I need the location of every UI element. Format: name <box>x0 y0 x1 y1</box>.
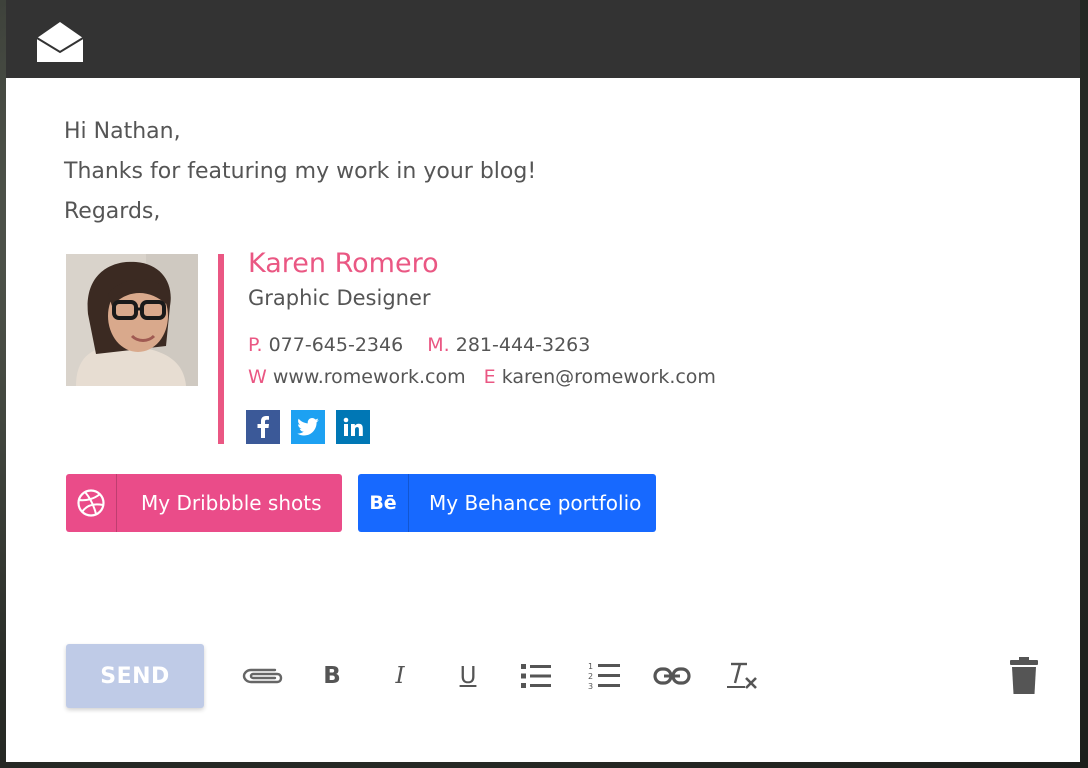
web-label: W <box>248 366 267 388</box>
behance-icon: Bē <box>358 474 409 532</box>
behance-glyph: Bē <box>369 492 397 514</box>
email-link[interactable]: karen@romework.com <box>502 366 716 388</box>
trash-icon[interactable] <box>1002 656 1046 696</box>
svg-text:2: 2 <box>588 672 593 681</box>
compose-window: Hi Nathan, Thanks for featuring my work … <box>6 0 1080 762</box>
linkedin-icon[interactable] <box>336 410 370 444</box>
svg-text:1: 1 <box>588 662 593 671</box>
greeting-line: Hi Nathan, <box>64 119 181 144</box>
twitter-icon[interactable] <box>291 410 325 444</box>
signature-web-line: W www.romework.com E karen@romework.com <box>248 366 716 388</box>
bold-icon[interactable]: B <box>310 656 354 696</box>
attach-icon[interactable] <box>240 656 284 696</box>
avatar <box>66 254 198 386</box>
message-line: Thanks for featuring my work in your blo… <box>64 159 537 184</box>
italic-icon[interactable]: I <box>378 656 422 696</box>
dribbble-button-label: My Dribbble shots <box>141 491 322 515</box>
dribbble-icon <box>66 474 117 532</box>
email-label: E <box>483 366 496 388</box>
underline-icon[interactable]: U <box>446 656 490 696</box>
message-body[interactable]: Hi Nathan, Thanks for featuring my work … <box>64 112 536 232</box>
bulleted-list-icon[interactable] <box>514 656 558 696</box>
svg-text:3: 3 <box>588 682 593 691</box>
envelope-open-icon <box>36 22 84 62</box>
link-icon[interactable] <box>650 656 694 696</box>
signature-phone-line: P. 077-645-2346 M. 281-444-3263 <box>248 334 590 356</box>
numbered-list-icon[interactable]: 1 2 3 <box>582 656 626 696</box>
web-link[interactable]: www.romework.com <box>273 366 466 388</box>
signature-name: Karen Romero <box>248 248 439 279</box>
mobile-label: M. <box>427 334 450 356</box>
facebook-icon[interactable] <box>246 410 280 444</box>
mobile-value: 281-444-3263 <box>455 334 591 356</box>
clear-formatting-icon[interactable] <box>720 656 764 696</box>
title-bar <box>6 0 1080 78</box>
phone-value: 077-645-2346 <box>268 334 404 356</box>
send-button[interactable]: SEND <box>66 644 204 708</box>
signature-accent-bar <box>218 254 224 444</box>
dribbble-button[interactable]: My Dribbble shots <box>66 474 342 532</box>
behance-button[interactable]: Bē My Behance portfolio <box>358 474 656 532</box>
closing-line: Regards, <box>64 199 161 224</box>
phone-label: P. <box>248 334 263 356</box>
signature-title: Graphic Designer <box>248 286 431 310</box>
behance-button-label: My Behance portfolio <box>429 491 642 515</box>
